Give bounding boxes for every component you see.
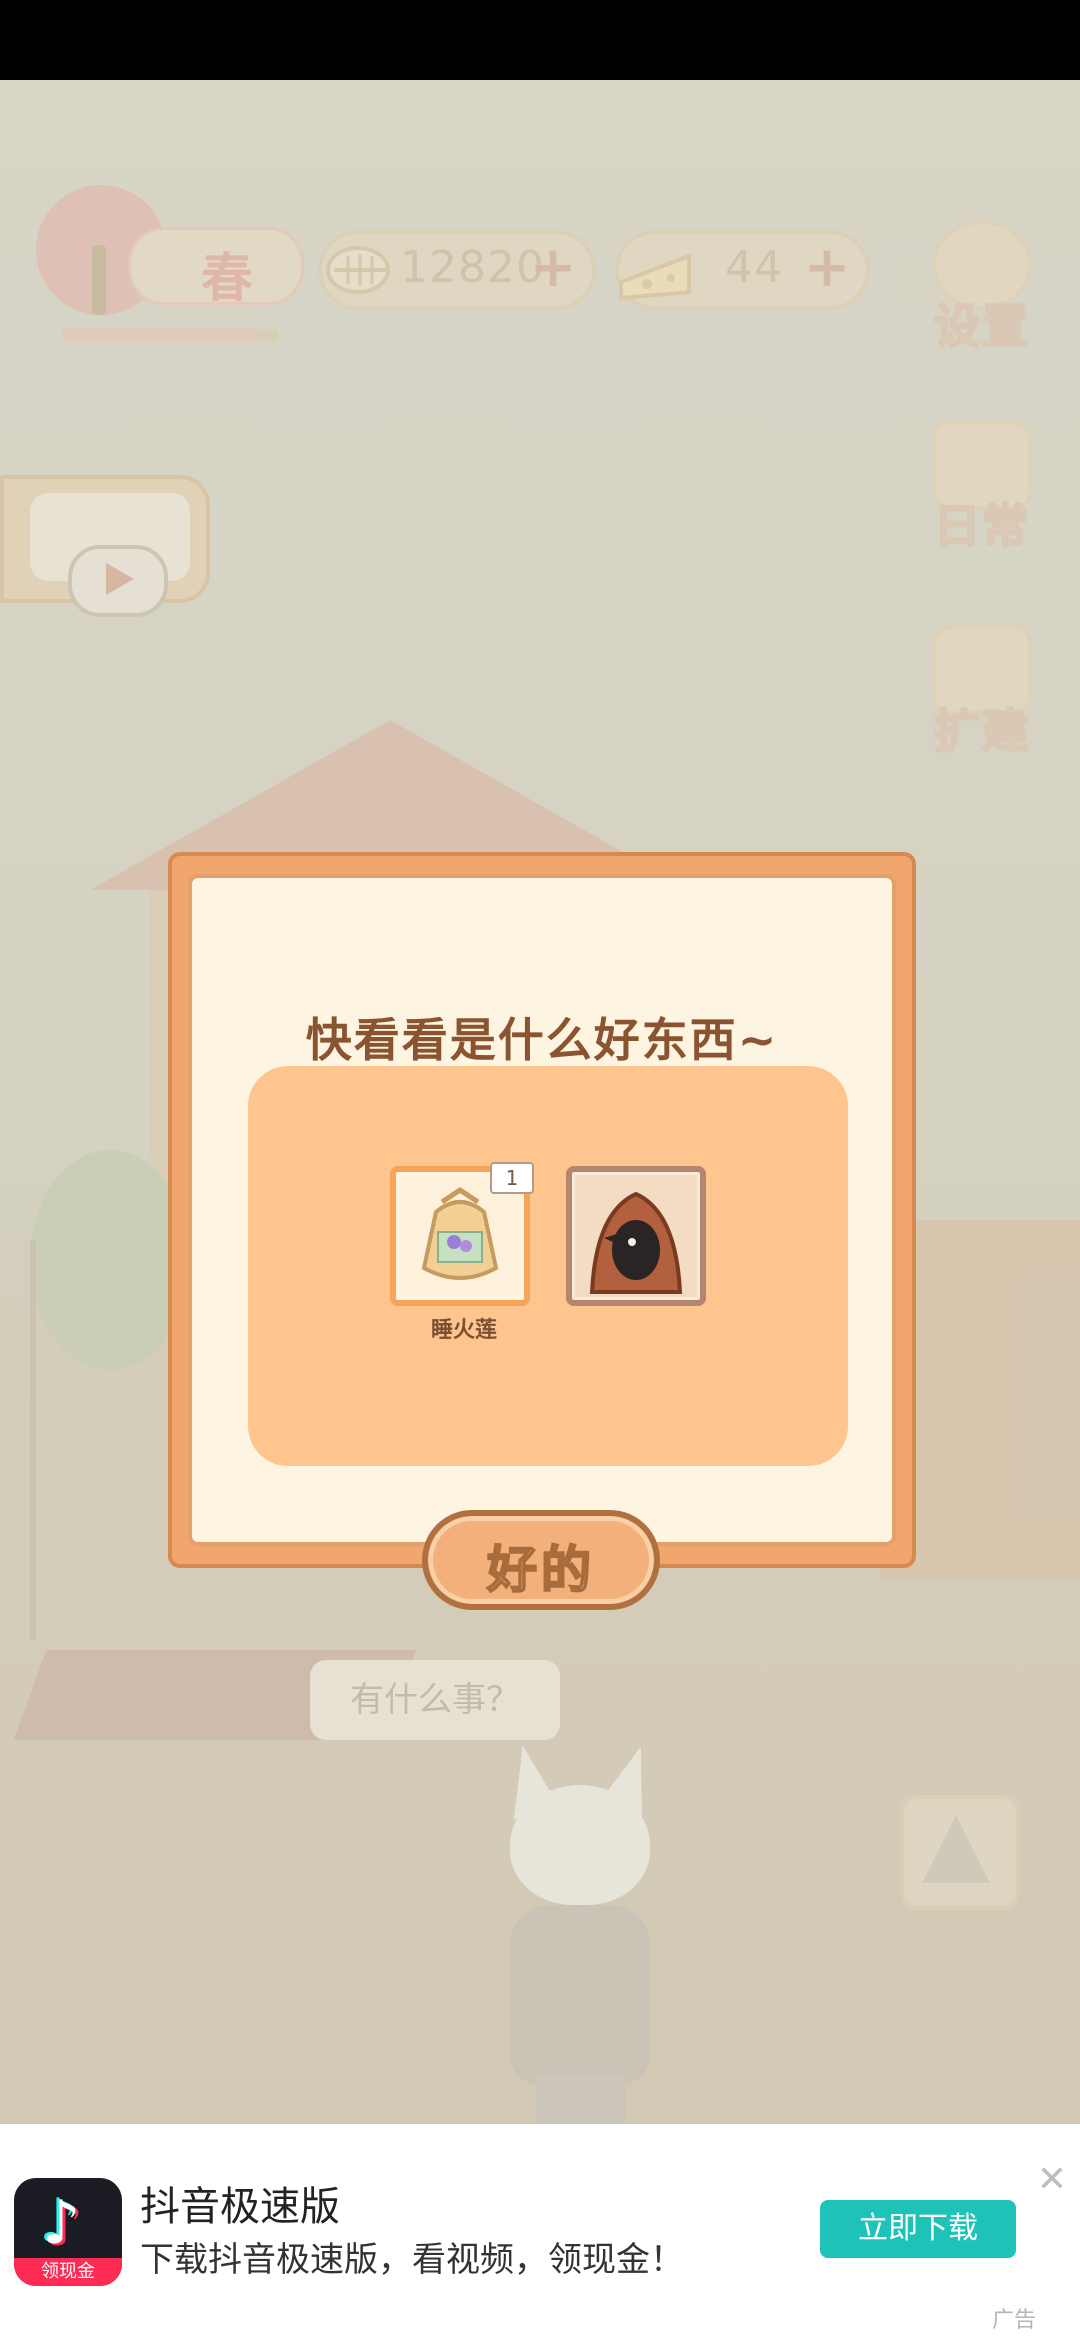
douyin-logo: ♪ 领现金 <box>14 2178 122 2286</box>
reward-item-crow[interactable] <box>566 1166 706 1306</box>
daily-button[interactable]: 日常 <box>922 420 1042 554</box>
npc-speech-bubble[interactable]: 有什么事？ <box>310 1660 560 1740</box>
download-button[interactable]: 立即下载 <box>820 2200 1016 2258</box>
item-count-badge: 1 <box>490 1162 534 1194</box>
status-bar <box>0 0 1080 80</box>
logo-badge: 领现金 <box>14 2258 122 2286</box>
cheese-icon <box>619 253 691 301</box>
ad-tag: 广告 <box>992 2308 1037 2333</box>
ad-description: 下载抖音极速版，看视频，领现金！ <box>140 2240 684 2280</box>
lamp-post <box>30 1240 36 1640</box>
fox-character[interactable] <box>490 1739 670 2124</box>
video-bag-button[interactable] <box>0 475 210 617</box>
reward-item-seed[interactable]: 1 <box>390 1162 534 1306</box>
fox-body <box>510 1905 650 2085</box>
dialog-title: 快看看是什么好东西~ <box>305 1013 779 1067</box>
fish-currency: 12820 + <box>318 230 596 310</box>
settings-label: 设置 <box>933 298 1030 354</box>
ad-app-name: 抖音极速版 <box>140 2184 340 2230</box>
fox-legs <box>536 2075 626 2124</box>
background-tree <box>30 1150 190 1370</box>
season-progress-fill <box>62 329 257 341</box>
fox-head <box>510 1785 650 1905</box>
expand-button[interactable]: 扩建 <box>922 625 1042 759</box>
hooded-crow-icon <box>589 1191 683 1294</box>
settings-button[interactable]: 设置 <box>922 220 1042 354</box>
daily-label: 日常 <box>933 498 1030 554</box>
fish-amount: 12820 <box>400 242 545 293</box>
ad-banner[interactable]: ♪ 领现金 抖音极速版 下载抖音极速版，看视频，领现金！ 立即下载 ✕ 广告 <box>0 2124 1080 2340</box>
reward-dialog: 快看看是什么好东西~ 1 睡火莲 <box>168 852 916 1568</box>
season-tag: 春 <box>128 227 304 309</box>
season-label: 春 <box>201 249 254 309</box>
music-note-icon: ♪ <box>42 2188 81 2258</box>
cheese-amount: 44 <box>725 242 783 293</box>
dialog-paper: 快看看是什么好东西~ 1 睡火莲 <box>188 874 896 1546</box>
map-button[interactable] <box>900 1795 1020 1910</box>
ok-label: 好的 <box>486 1540 595 1600</box>
expand-label: 扩建 <box>933 703 1030 759</box>
add-cheese-button[interactable]: + <box>802 240 852 296</box>
add-fish-button[interactable]: + <box>528 240 578 296</box>
season-indicator[interactable]: 春 <box>36 185 304 343</box>
reward-tray: 1 睡火莲 <box>248 1066 848 1466</box>
tree-trunk <box>92 245 106 315</box>
fish-bone-icon <box>326 246 390 294</box>
reward-item-name: 睡火莲 <box>430 1318 497 1343</box>
play-icon <box>68 545 168 617</box>
cheese-currency: 44 + <box>615 230 870 310</box>
ok-button[interactable]: 好的 <box>422 1510 660 1610</box>
close-icon[interactable]: ✕ <box>1034 2162 1070 2198</box>
season-progress-bar <box>60 327 280 343</box>
